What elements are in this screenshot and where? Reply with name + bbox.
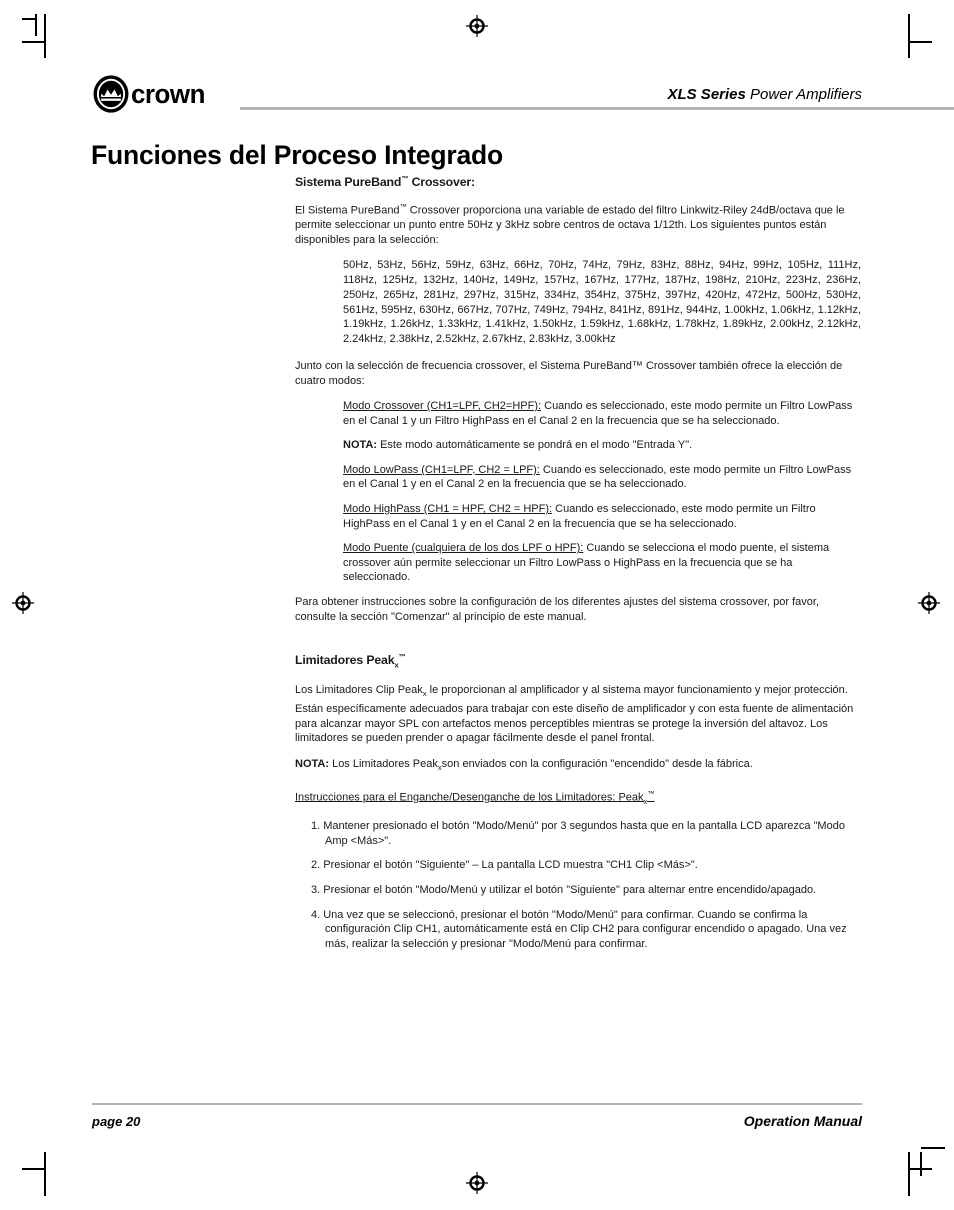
crossover-note-text: Este modo automáticamente se pondrá en e… [377,439,693,452]
trademark-icon: ™ [398,652,406,662]
limiters-note-b: son enviados con la configuración "encen… [441,757,753,770]
crossover-mode-lowpass-label: Modo LowPass (CH1=LPF, CH2 = LPF): [343,463,540,476]
section-heading-limiters: Limitadores Peakx™ [295,650,861,673]
header-product-line-bold: XLS Series [667,86,746,103]
limiters-para-a: Los Limitadores Clip Peak [295,684,423,697]
crossover-mode-bridge: Modo Puente (cualquiera de los dos LPF o… [295,541,861,585]
crossover-mode-highpass: Modo HighPass (CH1 = HPF, CH2 = HPF): Cu… [295,502,861,531]
crossover-modes-intro: Junto con la selección de frecuencia cro… [295,359,843,387]
limiters-heading-subscript: x [394,660,399,670]
limiters-instructions-heading: Instrucciones para el Enganche/Desenganc… [295,787,861,809]
crossover-mode-highpass-label: Modo HighPass (CH1 = HPF, CH2 = HPF): [343,503,553,516]
limiters-note-label: NOTA: [295,757,330,770]
list-item: 2. Presionar el botón "Siguiente" – La p… [311,859,698,872]
crown-logo-icon [93,75,129,113]
limiters-heading-pre: Limitadores Peak [295,653,395,668]
list-item: 3. Presionar el botón "Modo/Menú y utili… [311,883,817,896]
crossover-mode-bridge-label: Modo Puente (cualquiera de los dos LPF o… [343,542,584,555]
limiters-note: NOTA: Los Limitadores Peakxson enviados … [295,757,861,776]
footer-manual-label: Operation Manual [743,1113,862,1129]
section-heading-crossover: Sistema PureBand™ Crossover: [295,172,861,190]
footer-divider [92,1103,862,1105]
list-item: 4. Una vez que se seleccionó, presionar … [311,908,847,950]
crossover-note: NOTA: Este modo automáticamente se pondr… [295,438,861,453]
crown-logo-wordmark: crown [131,78,205,109]
page-header: crown XLS Series Power Amplifiers [92,74,954,118]
crossover-mode-crossover: Modo Crossover (CH1=LPF, CH2=HPF): Cuand… [295,399,861,428]
trademark-icon: ™ [647,788,655,798]
list-item: 1. Mantener presionado el botón "Modo/Me… [311,820,845,847]
document-page: crown XLS Series Power Amplifiers Funcio… [0,0,954,1210]
page-content: Sistema PureBand™ Crossover: El Sistema … [295,172,861,961]
limiters-intro-paragraph: Los Limitadores Clip Peakx le proporcion… [295,683,861,746]
crossover-mode-crossover-label: Modo Crossover (CH1=LPF, CH2=HPF): [343,400,542,413]
header-divider [240,107,954,110]
limiters-note-a: Los Limitadores Peak [329,757,438,770]
header-product-line: XLS Series Power Amplifiers [667,86,862,103]
header-product-line-rest: Power Amplifiers [745,86,862,103]
page-title: Funciones del Proceso Integrado [91,139,503,170]
crossover-closing-paragraph: Para obtener instrucciones sobre la conf… [295,596,819,623]
crossover-intro-paragraph: El Sistema PureBand™ Crossover proporcio… [295,200,861,247]
limiters-steps-list: 1. Mantener presionado el botón "Modo/Me… [295,819,861,951]
footer-page-number: page 20 [92,1114,141,1129]
crossover-intro-a: El Sistema PureBand [295,204,400,217]
crossover-mode-lowpass: Modo LowPass (CH1=LPF, CH2 = LPF): Cuand… [295,463,861,492]
crossover-heading-post: Crossover: [408,175,476,190]
limiters-instr-head-a: Instrucciones para el Enganche/Desenganc… [295,791,644,804]
crossover-frequency-list: 50Hz, 53Hz, 56Hz, 59Hz, 63Hz, 66Hz, 70Hz… [343,259,861,346]
crown-logo: crown [92,74,208,114]
crossover-note-label: NOTA: [343,439,378,452]
trademark-icon: ™ [399,201,407,211]
crossover-heading-pre: Sistema PureBand [295,175,402,190]
